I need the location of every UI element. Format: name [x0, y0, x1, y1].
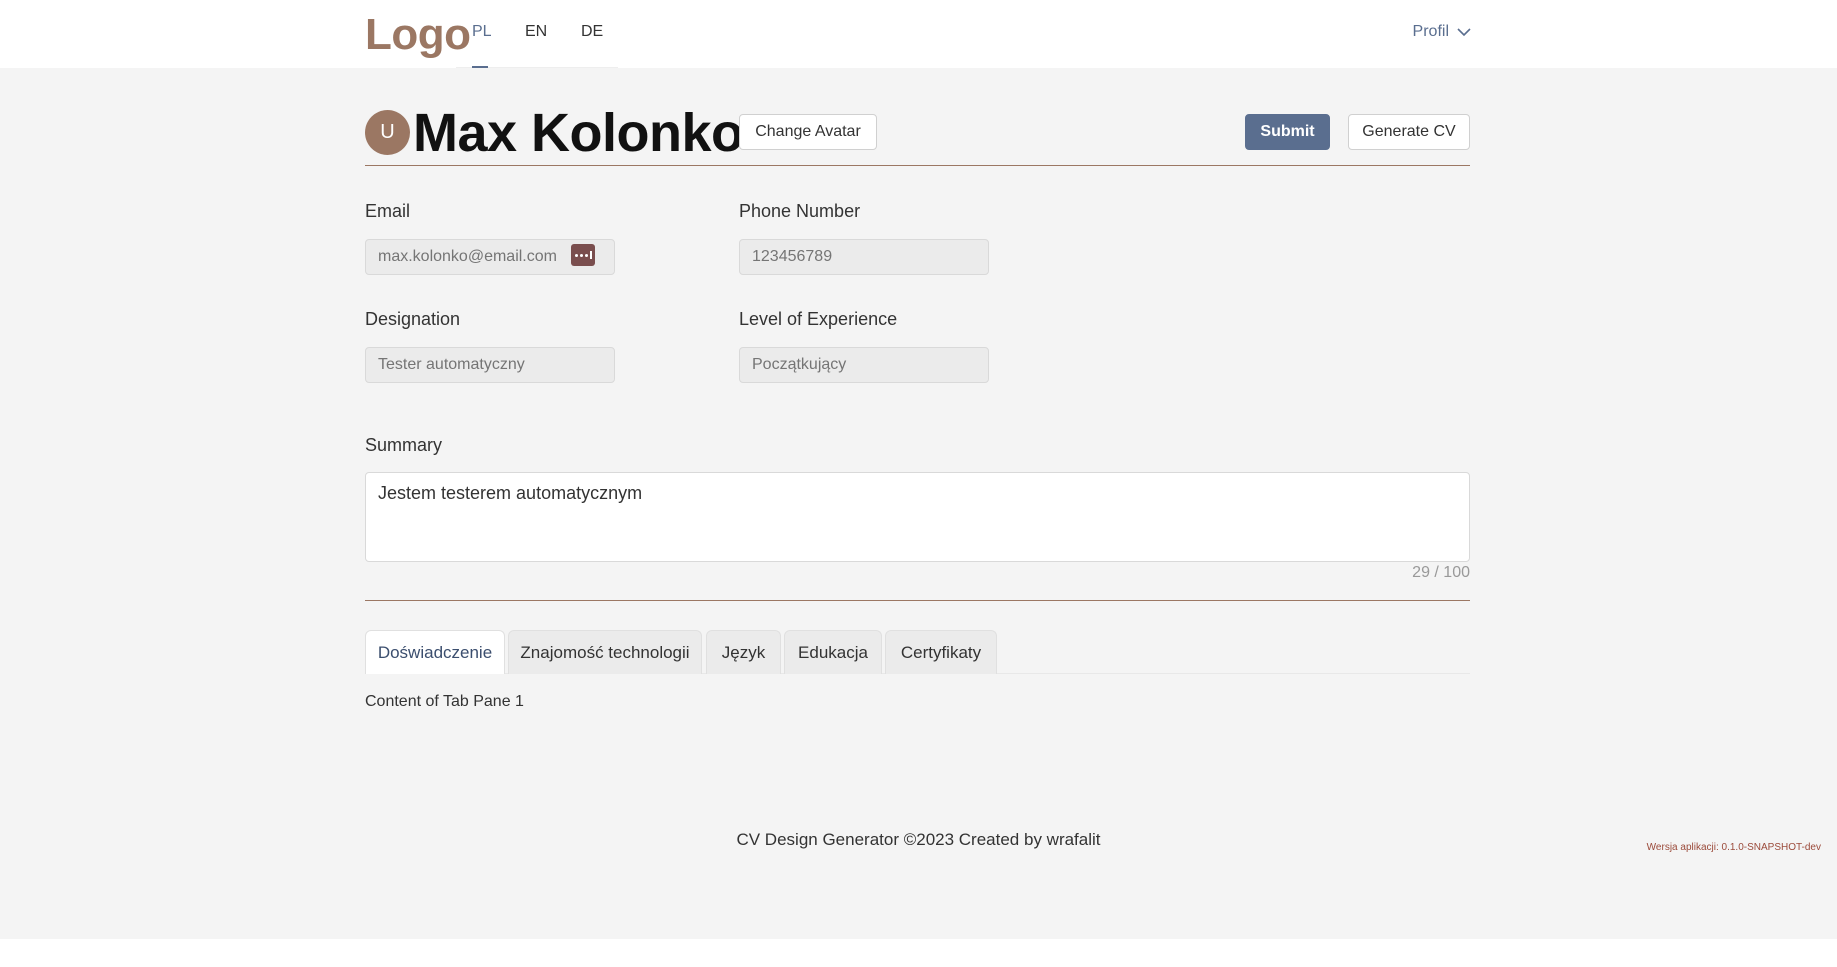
header-divider [365, 165, 1470, 166]
section-tabs: Doświadczenie Znajomość technologii Języ… [365, 630, 1470, 674]
language-switcher: PL EN DE [456, 0, 618, 68]
designation-field[interactable] [365, 347, 615, 383]
submit-button[interactable]: Submit [1245, 114, 1330, 150]
profile-name: Max Kolonko [413, 103, 744, 163]
change-avatar-button[interactable]: Change Avatar [739, 114, 877, 150]
logo[interactable]: Logo [365, 10, 471, 60]
phone-label: Phone Number [739, 201, 861, 221]
experience-field[interactable] [739, 347, 989, 383]
generate-cv-button[interactable]: Generate CV [1348, 114, 1470, 150]
tab-edukacja[interactable]: Edukacja [784, 630, 882, 674]
more-dots-icon[interactable] [571, 244, 595, 266]
tab-pane-content: Content of Tab Pane 1 [365, 693, 524, 710]
summary-label: Summary [365, 435, 443, 455]
summary-char-counter: 29 / 100 [1412, 564, 1470, 581]
tab-znajomosc-technologii[interactable]: Znajomość technologii [508, 630, 702, 674]
language-de[interactable]: DE [581, 23, 603, 41]
summary-textarea[interactable]: Jestem testerem automatycznym [365, 472, 1470, 562]
experience-label: Level of Experience [739, 309, 898, 329]
bottom-strip [0, 939, 1837, 967]
tab-doswiadczenie[interactable]: Doświadczenie [365, 630, 505, 674]
app-version: Wersja aplikacji: 0.1.0-SNAPSHOT-dev [1646, 842, 1821, 853]
language-pl[interactable]: PL [472, 23, 492, 41]
tab-certyfikaty[interactable]: Certyfikaty [885, 630, 997, 674]
summary-divider [365, 600, 1470, 601]
tab-jezyk[interactable]: Język [706, 630, 781, 674]
language-en[interactable]: EN [525, 23, 547, 41]
footer-credits: CV Design Generator ©2023 Created by wra… [736, 830, 1101, 849]
avatar: U [365, 110, 410, 155]
designation-label: Designation [365, 309, 461, 329]
email-label: Email [365, 201, 411, 221]
chevron-down-icon [1457, 28, 1471, 37]
profile-menu-label: Profil [1412, 23, 1449, 40]
top-navbar: Logo PL EN DE Profil [0, 0, 1837, 68]
profile-menu[interactable]: Profil [1413, 23, 1471, 41]
phone-field[interactable] [739, 239, 989, 275]
main-content: U Max Kolonko Change Avatar Submit Gener… [0, 68, 1837, 939]
